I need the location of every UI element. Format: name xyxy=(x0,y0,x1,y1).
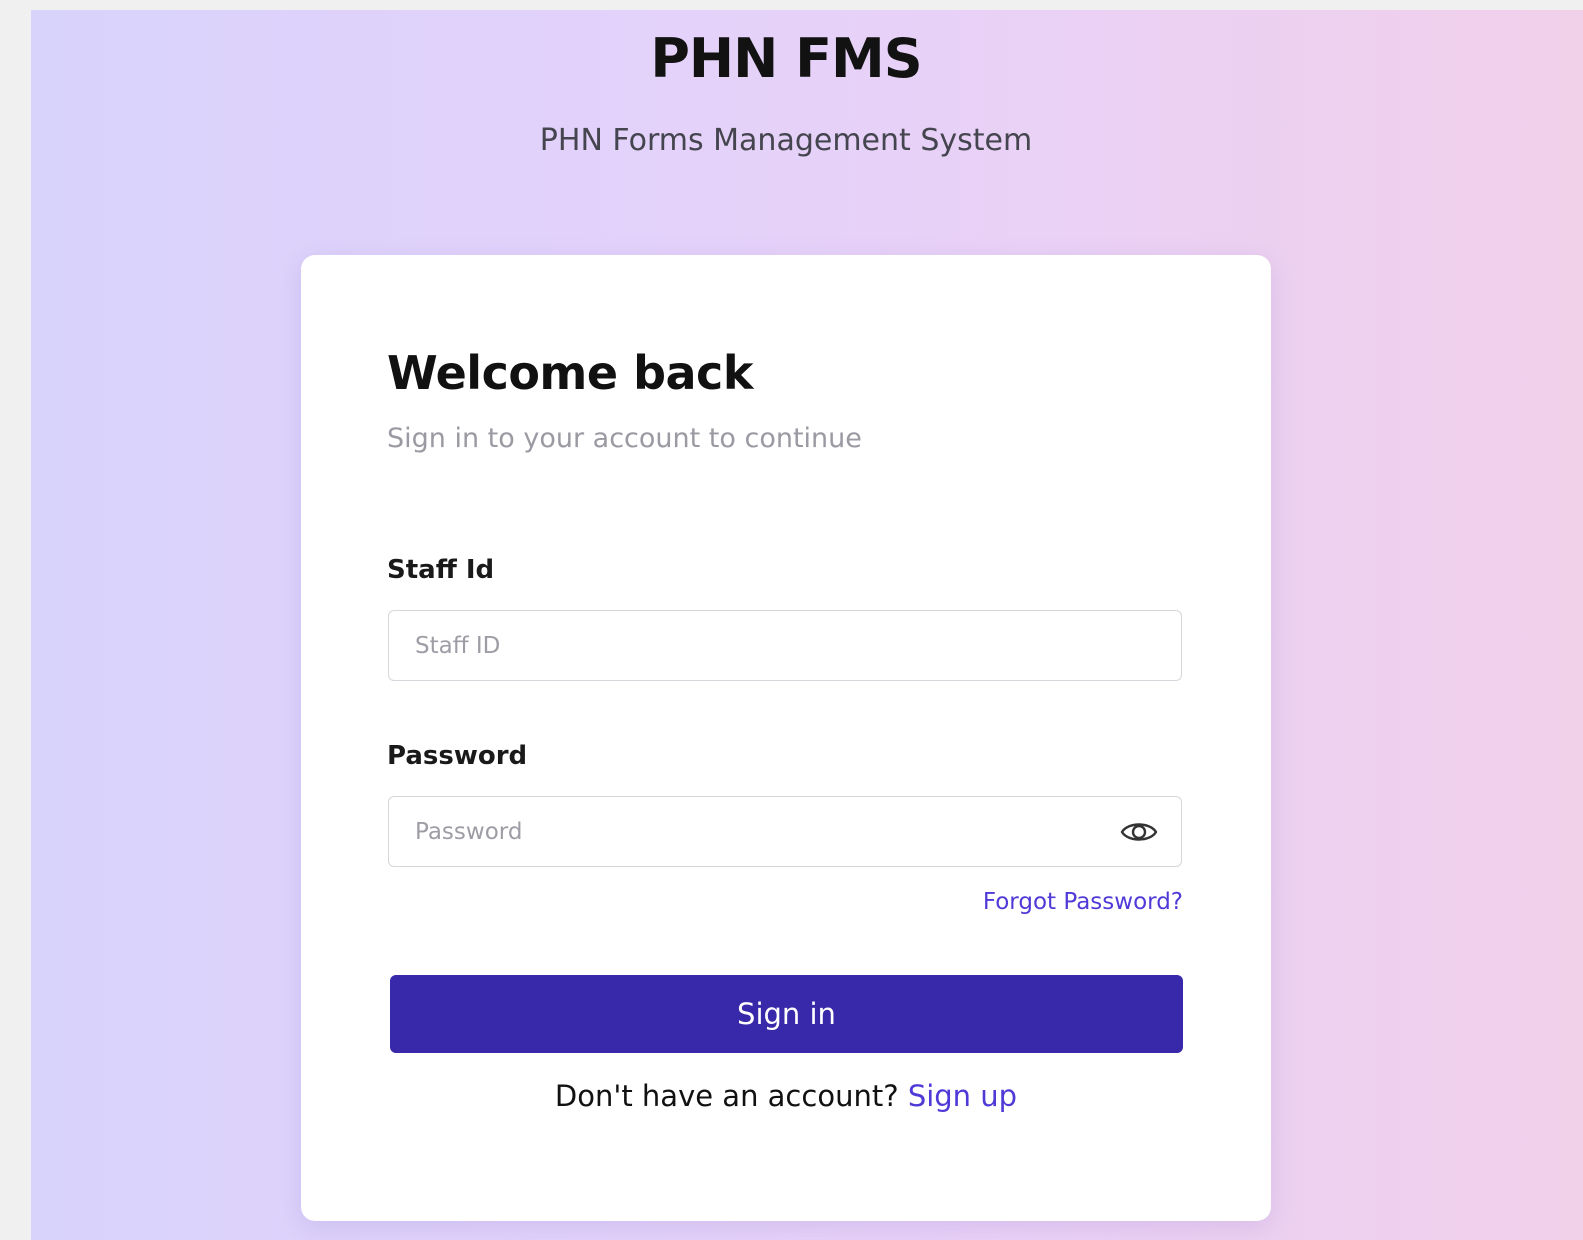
forgot-password-link[interactable]: Forgot Password? xyxy=(983,887,1183,917)
sign-in-button[interactable]: Sign in xyxy=(390,975,1183,1053)
page-background: PHN FMS PHN Forms Management System Welc… xyxy=(31,10,1583,1240)
staff-id-label: Staff Id xyxy=(387,555,495,585)
app-subtitle: PHN Forms Management System xyxy=(539,123,1033,158)
signup-row: Don't have an account? Sign up xyxy=(301,1077,1271,1115)
staff-id-input[interactable] xyxy=(389,611,1181,680)
login-card: Welcome back Sign in to your account to … xyxy=(301,255,1271,1221)
welcome-subheading: Sign in to your account to continue xyxy=(387,423,862,454)
sign-up-link[interactable]: Sign up xyxy=(908,1079,1017,1113)
signup-prompt: Don't have an account? xyxy=(554,1079,899,1113)
password-label: Password xyxy=(387,741,528,771)
app-title: PHN FMS xyxy=(650,27,922,90)
eye-icon[interactable] xyxy=(1119,815,1159,849)
staff-id-field-box xyxy=(388,610,1182,681)
welcome-heading: Welcome back xyxy=(387,346,753,400)
password-field-box xyxy=(388,796,1182,867)
password-input[interactable] xyxy=(389,797,1181,866)
